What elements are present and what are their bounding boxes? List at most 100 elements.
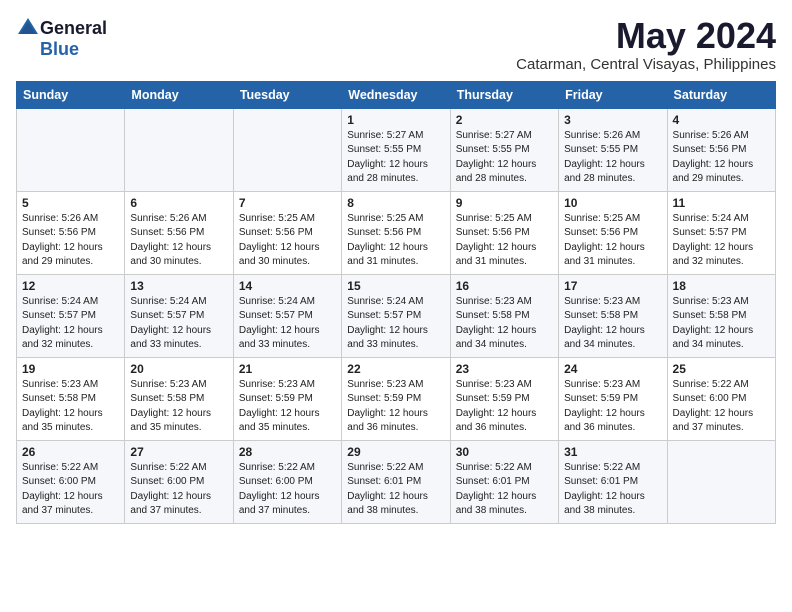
calendar-cell: 18Sunrise: 5:23 AM Sunset: 5:58 PM Dayli… (667, 274, 775, 357)
day-number: 12 (22, 279, 119, 293)
week-row-5: 26 Sunrise: 5:22 AM Sunset: 6:00 PM Dayli… (17, 440, 776, 523)
day-info: Sunrise: 5:24 AM Sunset: 5:57 PM Dayligh… (673, 212, 770, 270)
day-info: Sunrise: 5:22 AM Sunset: 6:01 PM Dayligh… (456, 461, 553, 519)
week-row-3: 12 Sunrise: 5:24 AM Sunset: 5:57 PM Dayli… (17, 274, 776, 357)
logo-text-blue: Blue (40, 40, 79, 58)
day-info: Sunrise: 5:22 AM Sunset: 6:00 PM Dayligh… (239, 461, 336, 519)
day-info: Sunrise: 5:25 AM Sunset: 5:56 PM Dayligh… (456, 212, 553, 270)
day-number: 30 (456, 445, 553, 459)
header: General Blue May 2024 Catarman, Central … (16, 16, 776, 73)
day-info: Sunrise: 5:24 AM Sunset: 5:57 PM Dayligh… (22, 295, 119, 353)
day-number: 13 (130, 279, 227, 293)
calendar-cell: 26Sunrise: 5:22 AM Sunset: 6:00 PM Dayli… (17, 440, 125, 523)
calendar-cell: 30 Sunrise: 5:22 AM Sunset: 6:01 PM Dayli… (450, 440, 558, 523)
day-number: 28 (239, 445, 336, 459)
day-info: Sunrise: 5:22 AM Sunset: 6:00 PM Dayligh… (673, 378, 770, 436)
weekday-header-friday: Friday (559, 81, 667, 108)
day-info: Sunrise: 5:23 AM Sunset: 5:59 PM Dayligh… (456, 378, 553, 436)
calendar-cell: 31 Sunrise: 5:22 AM Sunset: 6:01 PM Dayli… (559, 440, 667, 523)
calendar-cell (233, 108, 341, 191)
day-number: 6 (130, 196, 227, 210)
day-info: Sunrise: 5:26 AM Sunset: 5:56 PM Dayligh… (22, 212, 119, 270)
day-number: 17 (564, 279, 661, 293)
calendar-cell: 11Sunrise: 5:24 AM Sunset: 5:57 PM Dayli… (667, 191, 775, 274)
calendar-cell: 14Sunrise: 5:24 AM Sunset: 5:57 PM Dayli… (233, 274, 341, 357)
day-info: Sunrise: 5:23 AM Sunset: 5:58 PM Dayligh… (22, 378, 119, 436)
day-info: Sunrise: 5:26 AM Sunset: 5:55 PM Dayligh… (564, 129, 661, 187)
calendar-cell: 16 Sunrise: 5:23 AM Sunset: 5:58 PM Dayli… (450, 274, 558, 357)
weekday-header-row: SundayMondayTuesdayWednesdayThursdayFrid… (17, 81, 776, 108)
calendar-cell: 15 Sunrise: 5:24 AM Sunset: 5:57 PM Dayli… (342, 274, 450, 357)
calendar-cell: 1Sunrise: 5:27 AM Sunset: 5:55 PM Daylig… (342, 108, 450, 191)
day-number: 21 (239, 362, 336, 376)
weekday-header-sunday: Sunday (17, 81, 125, 108)
day-number: 10 (564, 196, 661, 210)
calendar-cell: 9 Sunrise: 5:25 AM Sunset: 5:56 PM Daylig… (450, 191, 558, 274)
day-number: 7 (239, 196, 336, 210)
day-info: Sunrise: 5:23 AM Sunset: 5:58 PM Dayligh… (564, 295, 661, 353)
calendar-cell: 6Sunrise: 5:26 AM Sunset: 5:56 PM Daylig… (125, 191, 233, 274)
day-number: 31 (564, 445, 661, 459)
day-number: 4 (673, 113, 770, 127)
week-row-2: 5 Sunrise: 5:26 AM Sunset: 5:56 PM Daylig… (17, 191, 776, 274)
calendar-cell: 20Sunrise: 5:23 AM Sunset: 5:58 PM Dayli… (125, 357, 233, 440)
day-number: 9 (456, 196, 553, 210)
calendar-cell: 23 Sunrise: 5:23 AM Sunset: 5:59 PM Dayli… (450, 357, 558, 440)
day-info: Sunrise: 5:27 AM Sunset: 5:55 PM Dayligh… (347, 129, 444, 187)
calendar-cell (667, 440, 775, 523)
day-info: Sunrise: 5:24 AM Sunset: 5:57 PM Dayligh… (130, 295, 227, 353)
day-info: Sunrise: 5:26 AM Sunset: 5:56 PM Dayligh… (673, 129, 770, 187)
day-number: 5 (22, 196, 119, 210)
day-number: 16 (456, 279, 553, 293)
logo-text-general: General (40, 19, 107, 37)
calendar-cell: 21Sunrise: 5:23 AM Sunset: 5:59 PM Dayli… (233, 357, 341, 440)
calendar-cell (17, 108, 125, 191)
day-info: Sunrise: 5:22 AM Sunset: 6:01 PM Dayligh… (564, 461, 661, 519)
day-number: 29 (347, 445, 444, 459)
calendar-cell: 2 Sunrise: 5:27 AM Sunset: 5:55 PM Daylig… (450, 108, 558, 191)
day-info: Sunrise: 5:25 AM Sunset: 5:56 PM Dayligh… (564, 212, 661, 270)
weekday-header-thursday: Thursday (450, 81, 558, 108)
calendar-cell: 22Sunrise: 5:23 AM Sunset: 5:59 PM Dayli… (342, 357, 450, 440)
calendar-cell: 5 Sunrise: 5:26 AM Sunset: 5:56 PM Daylig… (17, 191, 125, 274)
day-info: Sunrise: 5:23 AM Sunset: 5:58 PM Dayligh… (456, 295, 553, 353)
week-row-1: 1Sunrise: 5:27 AM Sunset: 5:55 PM Daylig… (17, 108, 776, 191)
day-number: 8 (347, 196, 444, 210)
calendar-cell: 24 Sunrise: 5:23 AM Sunset: 5:59 PM Dayli… (559, 357, 667, 440)
calendar-cell: 7Sunrise: 5:25 AM Sunset: 5:56 PM Daylig… (233, 191, 341, 274)
day-info: Sunrise: 5:23 AM Sunset: 5:59 PM Dayligh… (347, 378, 444, 436)
calendar-cell: 4 Sunrise: 5:26 AM Sunset: 5:56 PM Daylig… (667, 108, 775, 191)
calendar-cell: 10 Sunrise: 5:25 AM Sunset: 5:56 PM Dayli… (559, 191, 667, 274)
day-number: 25 (673, 362, 770, 376)
calendar-cell: 17 Sunrise: 5:23 AM Sunset: 5:58 PM Dayli… (559, 274, 667, 357)
day-info: Sunrise: 5:23 AM Sunset: 5:58 PM Dayligh… (130, 378, 227, 436)
day-number: 27 (130, 445, 227, 459)
calendar-cell: 12 Sunrise: 5:24 AM Sunset: 5:57 PM Dayli… (17, 274, 125, 357)
day-number: 18 (673, 279, 770, 293)
day-number: 23 (456, 362, 553, 376)
day-info: Sunrise: 5:24 AM Sunset: 5:57 PM Dayligh… (239, 295, 336, 353)
month-title: May 2024 (516, 16, 776, 56)
day-info: Sunrise: 5:24 AM Sunset: 5:57 PM Dayligh… (347, 295, 444, 353)
calendar-cell: 19Sunrise: 5:23 AM Sunset: 5:58 PM Dayli… (17, 357, 125, 440)
calendar-cell (125, 108, 233, 191)
week-row-4: 19Sunrise: 5:23 AM Sunset: 5:58 PM Dayli… (17, 357, 776, 440)
calendar-cell: 25 Sunrise: 5:22 AM Sunset: 6:00 PM Dayli… (667, 357, 775, 440)
day-number: 15 (347, 279, 444, 293)
calendar-cell: 8 Sunrise: 5:25 AM Sunset: 5:56 PM Daylig… (342, 191, 450, 274)
day-number: 24 (564, 362, 661, 376)
location-title: Catarman, Central Visayas, Philippines (516, 56, 776, 73)
logo-icon (16, 16, 40, 40)
day-info: Sunrise: 5:22 AM Sunset: 6:00 PM Dayligh… (130, 461, 227, 519)
day-number: 26 (22, 445, 119, 459)
weekday-header-tuesday: Tuesday (233, 81, 341, 108)
weekday-header-monday: Monday (125, 81, 233, 108)
day-info: Sunrise: 5:27 AM Sunset: 5:55 PM Dayligh… (456, 129, 553, 187)
day-number: 2 (456, 113, 553, 127)
title-block: May 2024 Catarman, Central Visayas, Phil… (516, 16, 776, 73)
day-info: Sunrise: 5:23 AM Sunset: 5:59 PM Dayligh… (564, 378, 661, 436)
calendar-table: SundayMondayTuesdayWednesdayThursdayFrid… (16, 81, 776, 524)
calendar-cell: 28 Sunrise: 5:22 AM Sunset: 6:00 PM Dayli… (233, 440, 341, 523)
logo: General Blue (16, 16, 107, 58)
day-info: Sunrise: 5:25 AM Sunset: 5:56 PM Dayligh… (347, 212, 444, 270)
